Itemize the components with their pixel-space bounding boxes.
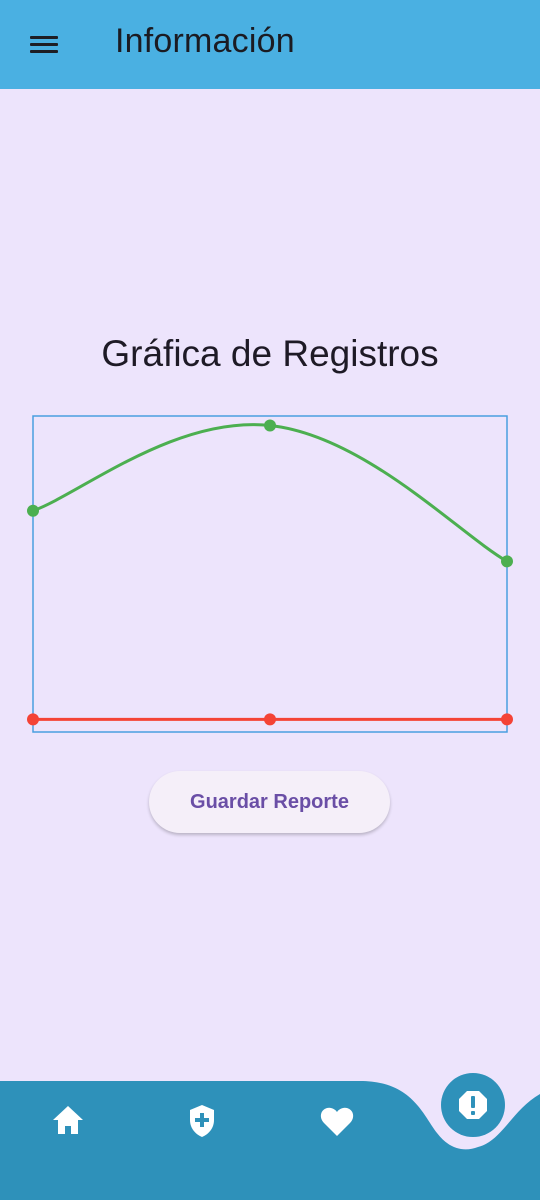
- save-report-button[interactable]: Guardar Reporte: [149, 771, 390, 833]
- series-0-point-0: [27, 504, 39, 517]
- page-title: Información: [115, 22, 295, 60]
- series-0-point-2: [501, 555, 513, 568]
- series-1-point-1: [264, 713, 276, 726]
- series-0-point-1: [264, 419, 276, 432]
- series-0-line: [32, 423, 508, 563]
- shield-plus-icon[interactable]: [180, 1098, 226, 1144]
- series-1-point-2: [501, 713, 513, 726]
- heart-icon[interactable]: [314, 1098, 360, 1144]
- chart-title: Gráfica de Registros: [101, 333, 439, 374]
- home-icon[interactable]: [45, 1098, 91, 1144]
- menu-icon[interactable]: [28, 33, 60, 57]
- app-bar: Información: [0, 0, 540, 89]
- alert-octagon-icon: [459, 1091, 487, 1119]
- line-chart: [27, 415, 513, 733]
- chart-border: [32, 415, 508, 733]
- alert-fab-button[interactable]: [441, 1073, 505, 1137]
- series-1-point-0: [27, 713, 39, 726]
